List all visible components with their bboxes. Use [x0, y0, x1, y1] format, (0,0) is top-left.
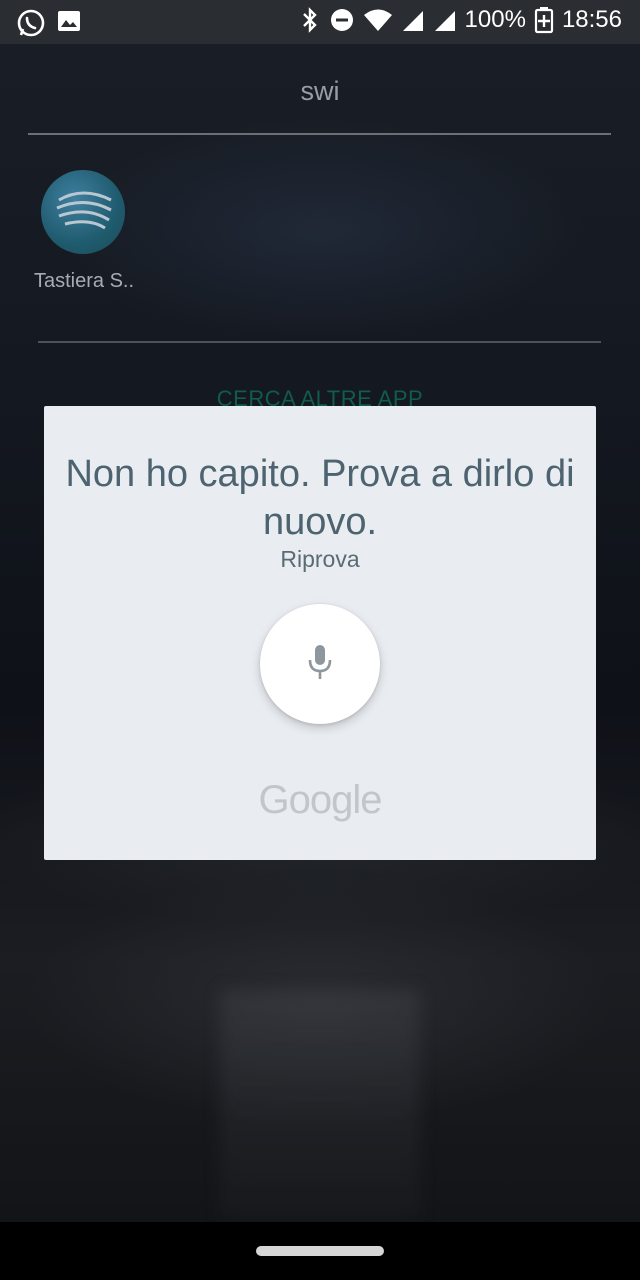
- dnd-icon: [329, 7, 355, 33]
- clock: 18:56: [561, 6, 622, 33]
- signal-icon-2: [433, 7, 457, 33]
- voice-search-dialog: Non ho capito. Prova a dirlo di nuovo. R…: [44, 406, 596, 860]
- image-icon: [56, 8, 82, 38]
- battery-percentage: 100%: [464, 6, 526, 33]
- retry-link[interactable]: Riprova: [44, 546, 596, 573]
- navigation-bar: [0, 1222, 640, 1280]
- results-divider: [38, 341, 601, 343]
- wallpaper-detail: [220, 990, 420, 1220]
- dialog-message: Non ho capito. Prova a dirlo di nuovo.: [65, 453, 575, 543]
- swiftkey-app-icon[interactable]: [41, 170, 125, 254]
- wifi-icon: [363, 7, 393, 33]
- home-gesture-handle[interactable]: [256, 1246, 384, 1256]
- whatsapp-icon: [16, 8, 46, 38]
- bluetooth-icon: [299, 6, 321, 34]
- search-divider: [28, 133, 611, 135]
- status-bar: 100% 18:56: [0, 0, 640, 44]
- signal-icon: [401, 7, 425, 33]
- google-logo: Google: [258, 778, 383, 822]
- search-query[interactable]: swi: [0, 76, 640, 107]
- app-label[interactable]: Tastiera S..: [34, 270, 134, 293]
- battery-icon: [534, 6, 554, 34]
- microphone-icon: [304, 642, 336, 687]
- microphone-button[interactable]: [260, 604, 380, 724]
